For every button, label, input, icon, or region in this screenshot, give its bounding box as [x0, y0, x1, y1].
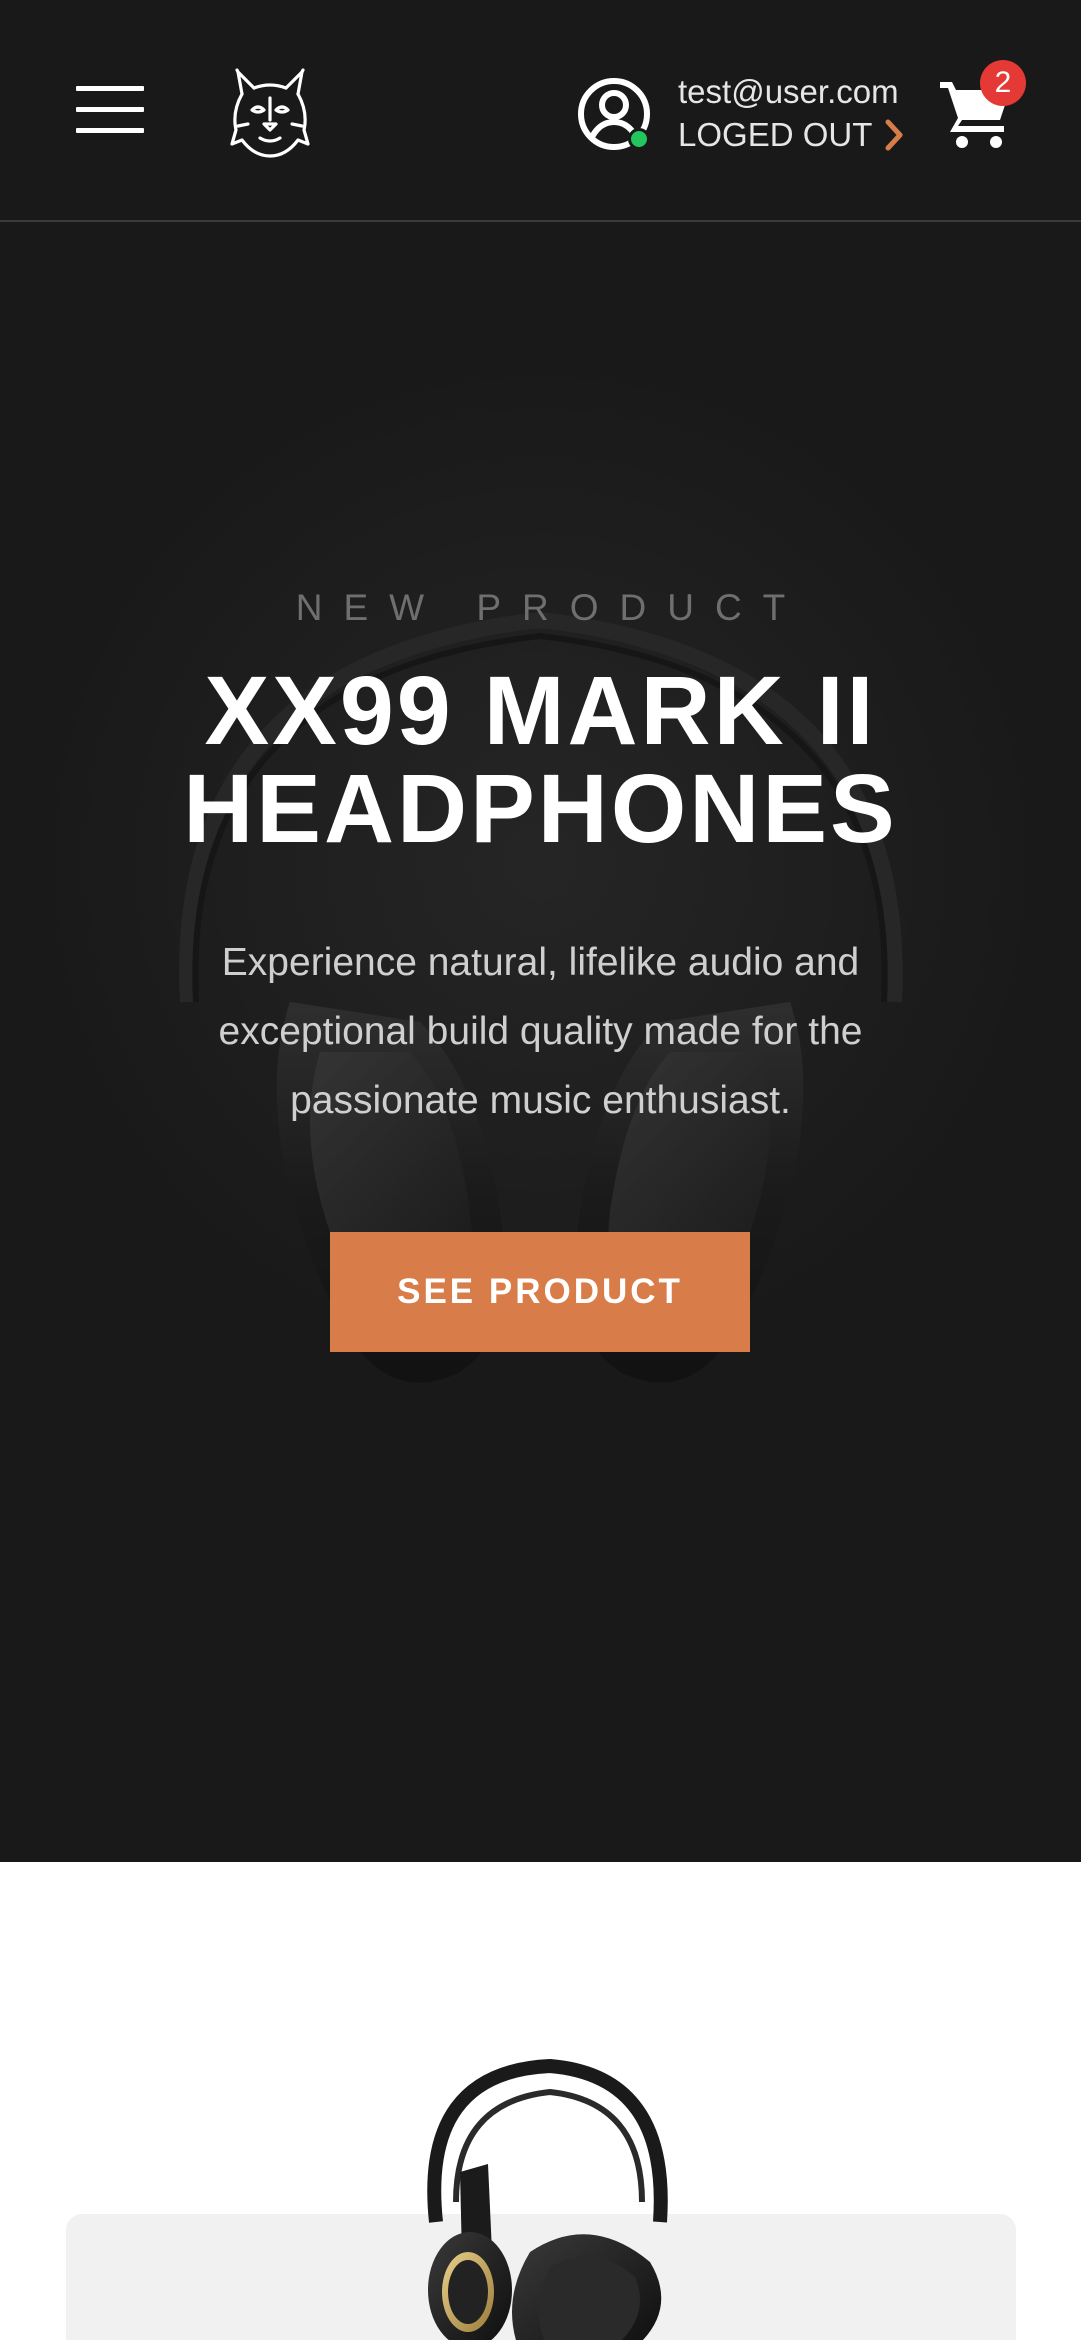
hero-title: XX99 MARK II HEADPHONES [183, 656, 898, 863]
hero-overline: NEW PRODUCT [295, 587, 807, 628]
menu-bar [76, 128, 144, 133]
hero-section: NEW PRODUCT XX99 MARK II HEADPHONES Expe… [0, 222, 1081, 1862]
product-categories-section [0, 1862, 1081, 2340]
chevron-right-icon [885, 119, 903, 151]
user-status-label: LOGED OUT [678, 116, 873, 153]
account-area: test@user.com LOGED OUT [576, 72, 956, 162]
site-header: test@user.com LOGED OUT 2 [0, 0, 1081, 222]
hamburger-menu-icon[interactable] [76, 86, 144, 134]
user-email: test@user.com [678, 73, 899, 110]
headphones-product-image[interactable] [380, 2052, 700, 2340]
online-status-dot [628, 128, 650, 150]
lynx-logo-icon[interactable] [228, 68, 312, 158]
logout-link[interactable]: LOGED OUT [678, 114, 904, 156]
cart-count-badge: 2 [980, 60, 1026, 106]
menu-bar [76, 107, 144, 112]
menu-bar [76, 86, 144, 91]
hero-description: Experience natural, lifelike audio and e… [218, 941, 863, 1122]
see-product-button[interactable]: SEE PRODUCT [330, 1232, 750, 1352]
